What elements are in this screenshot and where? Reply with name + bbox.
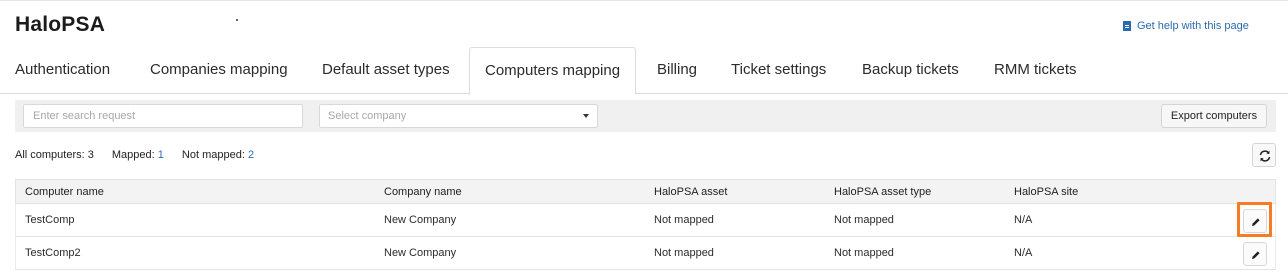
pencil-icon [1252,218,1260,226]
tab-rmm-tickets[interactable]: RMM tickets [979,47,1092,94]
halopsa-asset-cell: Not mapped [654,214,714,226]
halopsa-asset-type-cell: Not mapped [834,214,894,226]
company-name-cell: New Company [384,214,457,226]
tab-companies-mapping[interactable]: Companies mapping [135,47,303,94]
company-select[interactable]: Select company [319,104,598,128]
filter-toolbar: Select company Export computers [15,100,1276,132]
column-halopsa-asset: HaloPSA asset [654,186,728,198]
halopsa-site-cell: N/A [1014,247,1033,259]
help-link[interactable]: Get help with this page [1123,20,1249,32]
stat-mapped-label: Mapped: [111,149,155,161]
computers-table: Computer name Company name HaloPSA asset… [15,179,1276,270]
column-computer-name: Computer name [25,186,104,198]
pencil-icon [1252,251,1260,259]
refresh-button[interactable] [1252,143,1276,167]
tab-computers-mapping[interactable]: Computers mapping [469,47,637,95]
computer-name-cell: TestComp2 [25,247,81,259]
stat-all-label: All computers: [15,149,85,161]
stat-mapped: Mapped: 1 [112,149,164,161]
refresh-icon [1259,150,1271,162]
edit-button[interactable] [1243,242,1267,266]
chevron-down-icon [583,114,589,118]
document-icon [1123,21,1131,31]
tab-bar: Authentication Companies mapping Default… [0,47,1288,95]
help-link-label: Get help with this page [1137,20,1249,32]
edit-button[interactable] [1243,209,1267,233]
stat-all: All computers: 3 [15,149,94,161]
tab-authentication[interactable]: Authentication [0,47,125,94]
table-row: TestComp New Company Not mapped Not mapp… [15,202,1276,237]
top-border [0,0,1288,1]
export-computers-button[interactable]: Export computers [1161,104,1267,128]
column-halopsa-site: HaloPSA site [1014,186,1079,198]
stat-not-mapped-value[interactable]: 2 [248,149,254,161]
halopsa-site-cell: N/A [1014,214,1033,226]
stat-not-mapped: Not mapped: 2 [182,149,254,161]
halopsa-asset-type-cell: Not mapped [834,247,894,259]
stat-not-mapped-label: Not mapped: [181,149,245,161]
tab-backup-tickets[interactable]: Backup tickets [847,47,974,94]
halopsa-asset-cell: Not mapped [654,247,714,259]
stat-mapped-value[interactable]: 1 [158,149,164,161]
tab-billing[interactable]: Billing [642,47,712,94]
table-row: TestComp2 New Company Not mapped Not map… [15,237,1276,270]
stat-all-value: 3 [87,149,94,161]
tab-default-asset-types[interactable]: Default asset types [307,47,465,94]
page-title: HaloPSA [15,13,106,36]
computer-stats: All computers: 3 Mapped: 1 Not mapped: 2 [15,149,272,161]
tab-ticket-settings[interactable]: Ticket settings [716,47,841,94]
column-halopsa-asset-type: HaloPSA asset type [834,186,932,198]
company-select-value: Select company [328,110,407,122]
company-name-cell: New Company [384,247,457,259]
column-company-name: Company name [384,186,462,198]
search-input[interactable] [23,104,303,128]
table-header: Computer name Company name HaloPSA asset… [15,179,1276,204]
computer-name-cell: TestComp [25,214,75,226]
stray-dot [236,19,238,21]
